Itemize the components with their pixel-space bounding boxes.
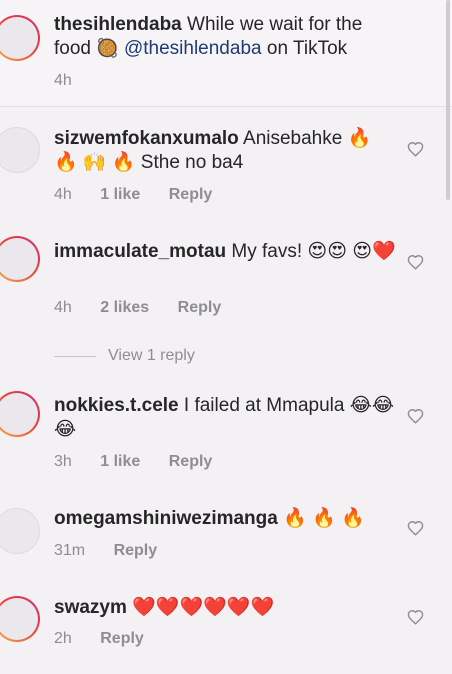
avatar[interactable] (0, 508, 40, 554)
mention-link[interactable]: @thesihlendaba (124, 38, 262, 59)
comment-meta: 4h 1 like Reply (54, 186, 212, 204)
comment-body: My favs! 😍😍 😍❤️ (231, 241, 396, 262)
timestamp: 3h (54, 453, 72, 470)
username[interactable]: sizwemfokanxumalo (54, 128, 239, 149)
comment-meta: 31m Reply (54, 542, 157, 560)
likes-count[interactable]: 1 like (100, 453, 140, 471)
reply-button[interactable]: Reply (178, 299, 222, 317)
pot-of-food-emoji: 🥘 (96, 38, 119, 59)
username[interactable]: thesihlendaba (54, 14, 182, 35)
comment-text: immaculate_motau My favs! 😍😍 😍❤️ (54, 240, 399, 264)
divider (54, 355, 96, 357)
comment-meta: 4h (54, 72, 72, 90)
comment-body: ❤️❤️❤️❤️❤️❤️ (132, 597, 275, 618)
reply-button[interactable]: Reply (114, 542, 158, 560)
scrollbar[interactable] (446, 0, 450, 200)
comment-text: swazym ❤️❤️❤️❤️❤️❤️ (54, 596, 399, 620)
avatar[interactable] (0, 15, 40, 61)
avatar[interactable] (0, 236, 40, 282)
comment-text: sizwemfokanxumalo Anisebahke 🔥 🔥 🙌 🔥 Sth… (54, 127, 399, 175)
heart-outline-icon[interactable] (407, 520, 424, 536)
reply-button[interactable]: Reply (169, 186, 213, 204)
timestamp: 31m (54, 542, 86, 559)
timestamp: 4h (54, 72, 72, 89)
heart-outline-icon[interactable] (407, 609, 424, 625)
timestamp: 2h (54, 630, 72, 647)
comment-meta: 3h 1 like Reply (54, 453, 212, 471)
comment-body: 🔥 🔥 🔥 (283, 508, 365, 529)
timestamp: 4h (54, 186, 72, 203)
avatar[interactable] (0, 596, 40, 642)
reply-button[interactable]: Reply (169, 453, 213, 471)
comment-text: omegamshiniwezimanga 🔥 🔥 🔥 (54, 507, 399, 531)
avatar[interactable] (0, 391, 40, 437)
heart-outline-icon[interactable] (407, 254, 424, 270)
heart-outline-icon[interactable] (407, 141, 424, 157)
caption-text: thesihlendaba While we wait for the food… (54, 14, 363, 59)
username[interactable]: omegamshiniwezimanga (54, 508, 278, 529)
comment-text: nokkies.t.cele I failed at Mmapula 😂😂😂 (54, 394, 399, 442)
username[interactable]: immaculate_motau (54, 241, 226, 262)
username[interactable]: nokkies.t.cele (54, 395, 179, 416)
post-caption: thesihlendaba While we wait for the food… (0, 0, 452, 107)
comment-meta: 4h 2 likes Reply (54, 299, 221, 317)
view-replies-label[interactable]: View 1 reply (108, 347, 195, 365)
likes-count[interactable]: 1 like (100, 186, 140, 204)
username[interactable]: swazym (54, 597, 127, 618)
heart-outline-icon[interactable] (407, 408, 424, 424)
comment-meta: 2h Reply (54, 630, 144, 648)
avatar[interactable] (0, 127, 40, 173)
likes-count[interactable]: 2 likes (100, 299, 149, 317)
reply-button[interactable]: Reply (100, 630, 144, 648)
view-replies-button[interactable]: View 1 reply (54, 345, 195, 367)
timestamp: 4h (54, 299, 72, 316)
